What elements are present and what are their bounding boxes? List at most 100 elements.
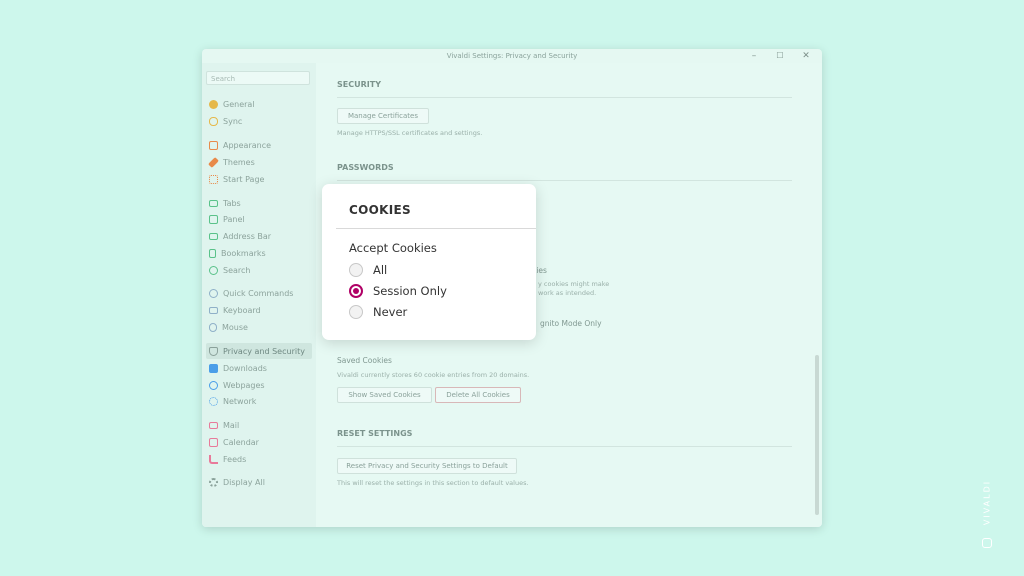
scrollbar-thumb[interactable] [815, 355, 819, 515]
cookie-option-never[interactable]: Never [349, 305, 407, 319]
vivaldi-branding: VIVALDI [977, 462, 997, 550]
shield-icon [209, 346, 218, 356]
section-divider [337, 446, 792, 447]
sidebar-item-network[interactable]: Network [206, 393, 312, 409]
sidebar-item-label: Quick Commands [223, 288, 294, 298]
sidebar-item-label: Downloads [223, 363, 267, 373]
download-icon [209, 363, 218, 373]
appearance-icon [209, 140, 218, 150]
sidebar-item-mouse[interactable]: Mouse [206, 319, 312, 335]
cookies-note-line1: y cookies might make [538, 280, 610, 288]
saved-cookies-label: Saved Cookies [337, 356, 392, 365]
radio-button-selected[interactable] [349, 284, 363, 298]
sidebar-item-label: Feeds [223, 454, 247, 464]
radio-button[interactable] [349, 263, 363, 277]
sidebar-item-quick-commands[interactable]: Quick Commands [206, 285, 312, 301]
manage-certificates-button[interactable]: Manage Certificates [337, 108, 429, 124]
sidebar-item-privacy-and-security[interactable]: Privacy and Security [206, 343, 312, 359]
sidebar-item-mail[interactable]: Mail [206, 417, 312, 433]
sidebar-item-calendar[interactable]: Calendar [206, 434, 312, 450]
sidebar-item-panel[interactable]: Panel [206, 211, 312, 227]
sidebar-item-themes[interactable]: Themes [206, 154, 312, 170]
network-icon [209, 396, 218, 406]
sidebar-search-input[interactable]: Search [206, 71, 310, 85]
sidebar-item-label: Appearance [223, 140, 272, 150]
sidebar-item-label: Calendar [223, 437, 259, 447]
sidebar-item-label: Themes [223, 157, 255, 167]
bookmark-icon [209, 248, 216, 258]
security-description: Manage HTTPS/SSL certificates and settin… [337, 129, 483, 137]
sidebar-item-appearance[interactable]: Appearance [206, 137, 312, 153]
saved-cookies-description: Vivaldi currently stores 60 cookie entri… [337, 371, 530, 379]
cookie-option-label: Never [373, 305, 408, 319]
passwords-section-title: PASSWORDS [337, 163, 394, 172]
maximize-button[interactable]: ☐ [772, 50, 788, 62]
radio-button[interactable] [349, 305, 363, 319]
vivaldi-wordmark: VIVALDI [982, 479, 992, 526]
cookies-popup: COOKIES Accept Cookies All Session Only … [322, 184, 536, 340]
window-title: Vivaldi Settings: Privacy and Security [446, 52, 578, 60]
sidebar-item-label: Address Bar [223, 231, 272, 241]
mail-icon [209, 421, 218, 429]
gear-icon [209, 477, 218, 487]
show-saved-cookies-button[interactable]: Show Saved Cookies [337, 387, 432, 403]
sidebar-item-start-page[interactable]: Start Page [206, 171, 312, 187]
sidebar-item-label: Start Page [223, 174, 265, 184]
sidebar-item-address-bar[interactable]: Address Bar [206, 228, 312, 244]
cookie-option-all[interactable]: All [349, 263, 387, 277]
reset-privacy-settings-button[interactable]: Reset Privacy and Security Settings to D… [337, 458, 517, 474]
sidebar-item-label: Network [223, 396, 257, 406]
cookie-option-session-only[interactable]: Session Only [349, 284, 447, 298]
sidebar-item-label: Panel [223, 214, 245, 224]
start-page-icon [209, 174, 218, 184]
address-bar-icon [209, 232, 218, 240]
cookie-option-label: Session Only [373, 284, 447, 298]
minimize-button[interactable]: – [746, 50, 762, 62]
quick-commands-icon [209, 288, 218, 298]
sidebar-item-label: Webpages [223, 380, 265, 390]
feeds-icon [209, 454, 218, 464]
security-section-title: SECURITY [337, 80, 381, 89]
mouse-icon [209, 322, 217, 332]
reset-section-title: RESET SETTINGS [337, 429, 413, 438]
sidebar-item-downloads[interactable]: Downloads [206, 360, 312, 376]
close-button[interactable]: ✕ [798, 50, 814, 62]
sidebar-item-sync[interactable]: Sync [206, 113, 312, 129]
sidebar-item-feeds[interactable]: Feeds [206, 451, 312, 467]
content-scrollbar[interactable] [814, 63, 820, 527]
sidebar-item-label: Mouse [222, 322, 248, 332]
cookies-note-line2: work as intended. [538, 289, 597, 297]
sidebar-item-label: Privacy and Security [223, 346, 305, 356]
sidebar-item-general[interactable]: General [206, 96, 312, 112]
cookies-popup-title: COOKIES [349, 203, 411, 217]
general-icon [209, 99, 218, 109]
sidebar-item-label: Bookmarks [221, 248, 266, 258]
sidebar-item-label: Sync [223, 116, 243, 126]
incognito-option-partial: gnito Mode Only [540, 319, 602, 328]
section-divider [337, 180, 792, 181]
search-icon [209, 265, 218, 275]
section-divider [337, 97, 792, 98]
sidebar-item-keyboard[interactable]: Keyboard [206, 302, 312, 318]
sidebar-item-label: Search [223, 265, 251, 275]
vivaldi-logo-icon [982, 538, 992, 548]
reset-description: This will reset the settings in this sec… [337, 479, 529, 487]
sidebar-item-tabs[interactable]: Tabs [206, 195, 312, 211]
accept-cookies-label: Accept Cookies [349, 241, 437, 255]
cloud-icon [209, 116, 218, 126]
sidebar-item-label: Keyboard [223, 305, 261, 315]
sidebar-item-webpages[interactable]: Webpages [206, 377, 312, 393]
sidebar-item-label: Mail [223, 420, 240, 430]
brush-icon [208, 156, 219, 168]
sidebar-item-label: Display All [223, 477, 265, 487]
delete-all-cookies-button[interactable]: Delete All Cookies [435, 387, 521, 403]
sidebar-item-search[interactable]: Search [206, 262, 312, 278]
sidebar-item-bookmarks[interactable]: Bookmarks [206, 245, 312, 261]
panel-icon [209, 214, 218, 224]
sidebar-item-label: Tabs [223, 198, 241, 208]
popup-divider [336, 228, 536, 229]
calendar-icon [209, 437, 218, 447]
sidebar-item-display-all[interactable]: Display All [206, 474, 312, 490]
sidebar-item-label: General [223, 99, 255, 109]
cookie-option-label: All [373, 263, 388, 277]
